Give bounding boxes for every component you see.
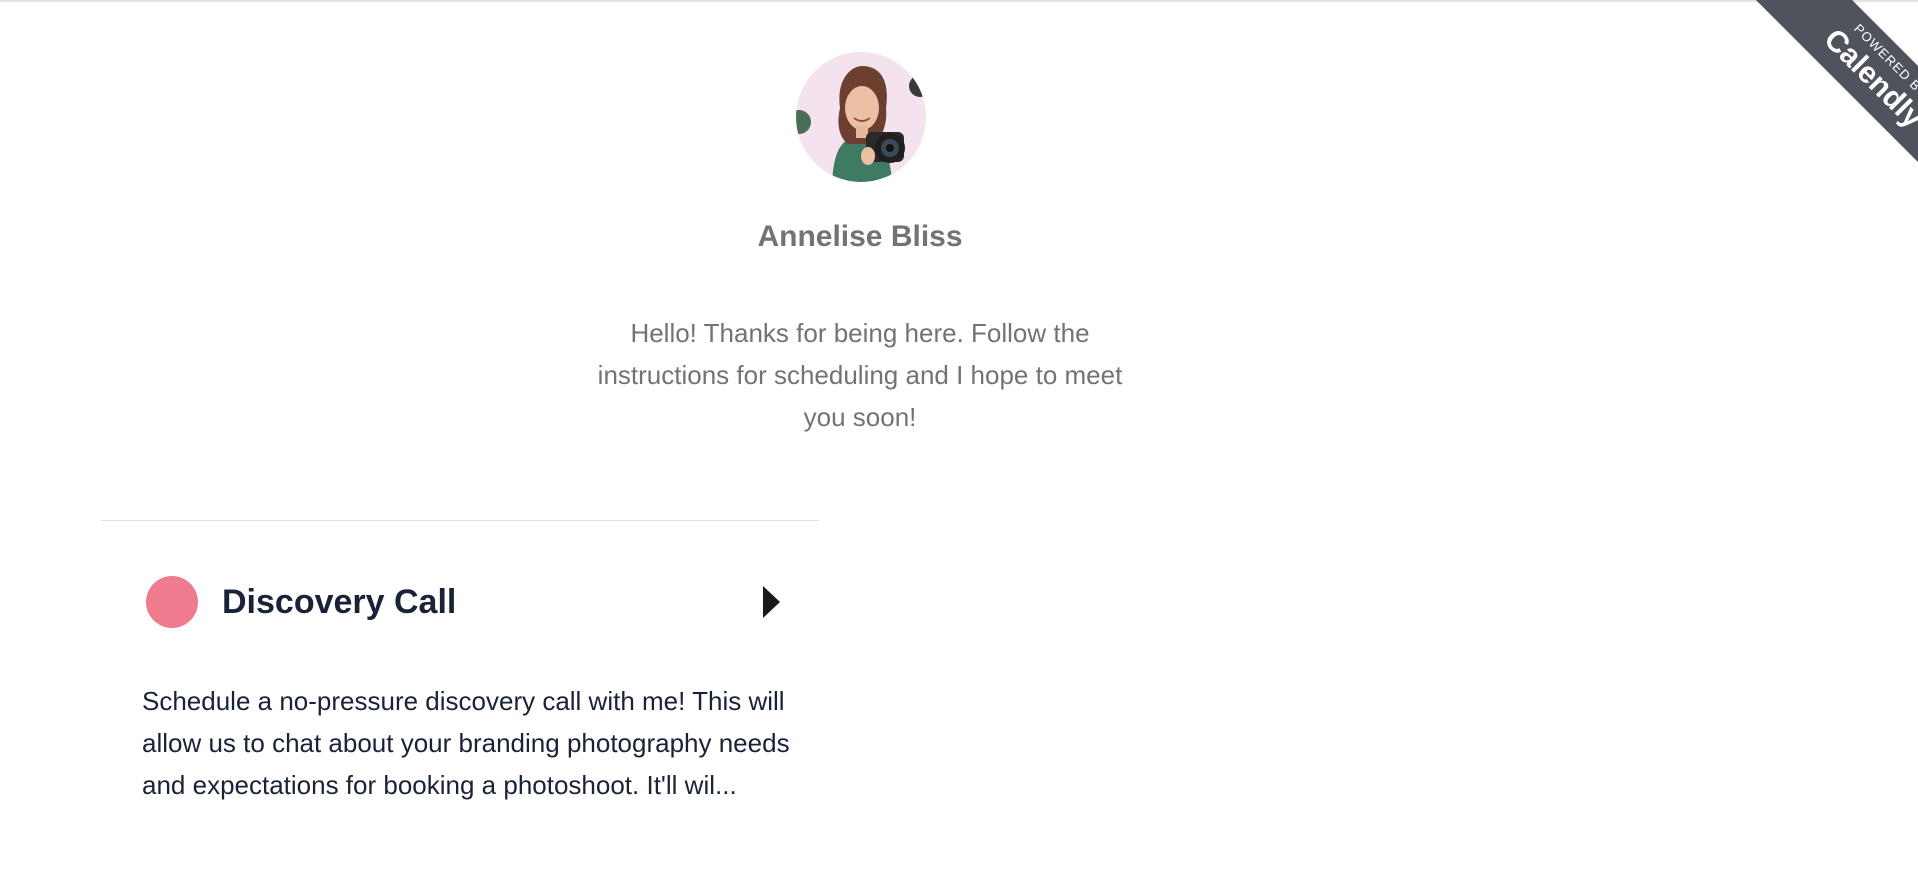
caret-right-icon bbox=[763, 586, 780, 618]
profile-name: Annelise Bliss bbox=[757, 220, 963, 253]
color-dot-icon bbox=[146, 576, 198, 628]
event-title: Discovery Call bbox=[222, 583, 457, 621]
powered-by-calendly-badge[interactable]: POWERED BY Calendly bbox=[1718, 0, 1918, 200]
powered-by-ribbon[interactable]: POWERED BY Calendly bbox=[1747, 0, 1918, 200]
welcome-message: Hello! Thanks for being here. Follow the… bbox=[597, 318, 1123, 432]
avatar-photo bbox=[796, 52, 926, 182]
calendly-brand-label: Calendly bbox=[1817, 22, 1918, 135]
avatar bbox=[796, 52, 926, 182]
profile-page: Annelise Bliss Hello! Thanks for being h… bbox=[0, 0, 1918, 894]
event-description: Schedule a no-pressure discovery call wi… bbox=[142, 686, 790, 800]
event-type-discovery-call[interactable]: Discovery Call Schedule a no-pressure di… bbox=[101, 521, 819, 894]
